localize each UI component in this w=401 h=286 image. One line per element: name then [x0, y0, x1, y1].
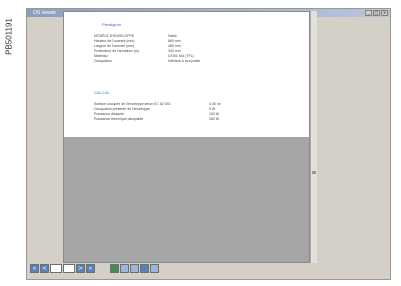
image-code: PB501191	[4, 18, 14, 55]
minimize-button[interactable]: _	[365, 10, 372, 16]
export-icon[interactable]	[130, 263, 139, 273]
maximize-button[interactable]: □	[373, 10, 380, 16]
side-caption: PB501191	[4, 8, 14, 68]
next-page-button[interactable]: >	[76, 263, 85, 273]
page-number-input[interactable]	[50, 263, 62, 273]
section-title-calc: CALCUL	[94, 90, 110, 95]
first-page-button[interactable]: «	[30, 263, 39, 273]
close-button[interactable]: ×	[381, 10, 388, 16]
window-controls: _ □ ×	[365, 10, 388, 16]
save-icon[interactable]	[110, 263, 119, 273]
last-page-button[interactable]: »	[86, 263, 95, 273]
window-title: OS viewer	[33, 10, 57, 16]
bottom-toolbar: « < > »	[30, 262, 160, 274]
vertical-scrollbar[interactable]	[310, 11, 317, 263]
disk-icon[interactable]	[140, 263, 149, 273]
previous-page-button[interactable]: <	[40, 263, 49, 273]
document-viewport[interactable]: Prestigium MODÈLE D'ENVELOPPE Sable Haute…	[63, 11, 310, 263]
print-icon[interactable]	[120, 263, 129, 273]
document-page: Prestigium MODÈLE D'ENVELOPPE Sable Haute…	[64, 12, 309, 137]
scrollbar-thumb[interactable]	[312, 171, 316, 174]
close-icon[interactable]	[150, 263, 159, 273]
page-count-field	[63, 263, 75, 273]
section-title-product: Prestigium	[102, 22, 121, 27]
